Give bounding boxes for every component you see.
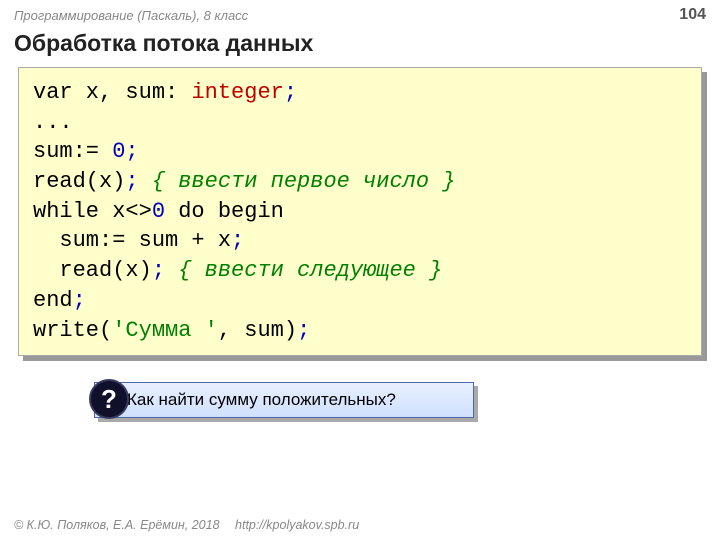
code-token: ;	[125, 139, 138, 164]
question-mark-icon: ?	[89, 379, 129, 419]
code-token: 0	[112, 139, 125, 164]
code-token: do begin	[165, 199, 284, 224]
footer-link: http://kpolyakov.spb.ru	[235, 518, 359, 532]
code-token: , sum)	[218, 318, 297, 343]
code-token: ;	[231, 228, 244, 253]
code-block: var x, sum: integer; ... sum:= 0; read(x…	[18, 67, 702, 356]
code-token: read(x)	[33, 169, 125, 194]
code-comment: { ввести первое число }	[139, 169, 456, 194]
code-token: sum:=	[33, 139, 112, 164]
page-number: 104	[679, 6, 706, 24]
code-line: while x<>0 do begin	[33, 197, 687, 227]
code-string: 'Сумма '	[112, 318, 218, 343]
code-token: write(	[33, 318, 112, 343]
code-line: ...	[33, 108, 687, 138]
code-token: read(x)	[33, 258, 152, 283]
code-line: read(x); { ввести первое число }	[33, 167, 687, 197]
question-box: ? Как найти сумму положительных?	[94, 382, 474, 418]
code-comment: { ввести следующее }	[165, 258, 442, 283]
code-token: sum:= sum + x	[33, 228, 231, 253]
slide-footer: © К.Ю. Поляков, Е.А. Ерёмин, 2018 http:/…	[14, 518, 359, 532]
code-token: var x, sum:	[33, 80, 191, 105]
course-label: Программирование (Паскаль), 8 класс	[14, 8, 248, 23]
code-token: while x<>	[33, 199, 152, 224]
question-callout: ? Как найти сумму положительных?	[70, 382, 480, 418]
question-text: Как найти сумму положительных?	[127, 390, 396, 410]
code-line: end;	[33, 286, 687, 316]
slide-header: Программирование (Паскаль), 8 класс 104	[0, 0, 720, 26]
code-token: ;	[297, 318, 310, 343]
code-line: var x, sum: integer;	[33, 78, 687, 108]
slide-title: Обработка потока данных	[0, 26, 720, 63]
copyright: © К.Ю. Поляков, Е.А. Ерёмин, 2018	[14, 518, 220, 532]
code-line: sum:= 0;	[33, 137, 687, 167]
code-token: 0	[152, 199, 165, 224]
code-token: integer	[191, 80, 283, 105]
code-token: end	[33, 288, 73, 313]
code-line: write('Сумма ', sum);	[33, 316, 687, 346]
code-token: ...	[33, 110, 73, 135]
code-token: ;	[152, 258, 165, 283]
code-token: ;	[73, 288, 86, 313]
code-box: var x, sum: integer; ... sum:= 0; read(x…	[18, 67, 702, 356]
code-line: read(x); { ввести следующее }	[33, 256, 687, 286]
code-line: sum:= sum + x;	[33, 226, 687, 256]
code-token: ;	[284, 80, 297, 105]
code-token: ;	[125, 169, 138, 194]
